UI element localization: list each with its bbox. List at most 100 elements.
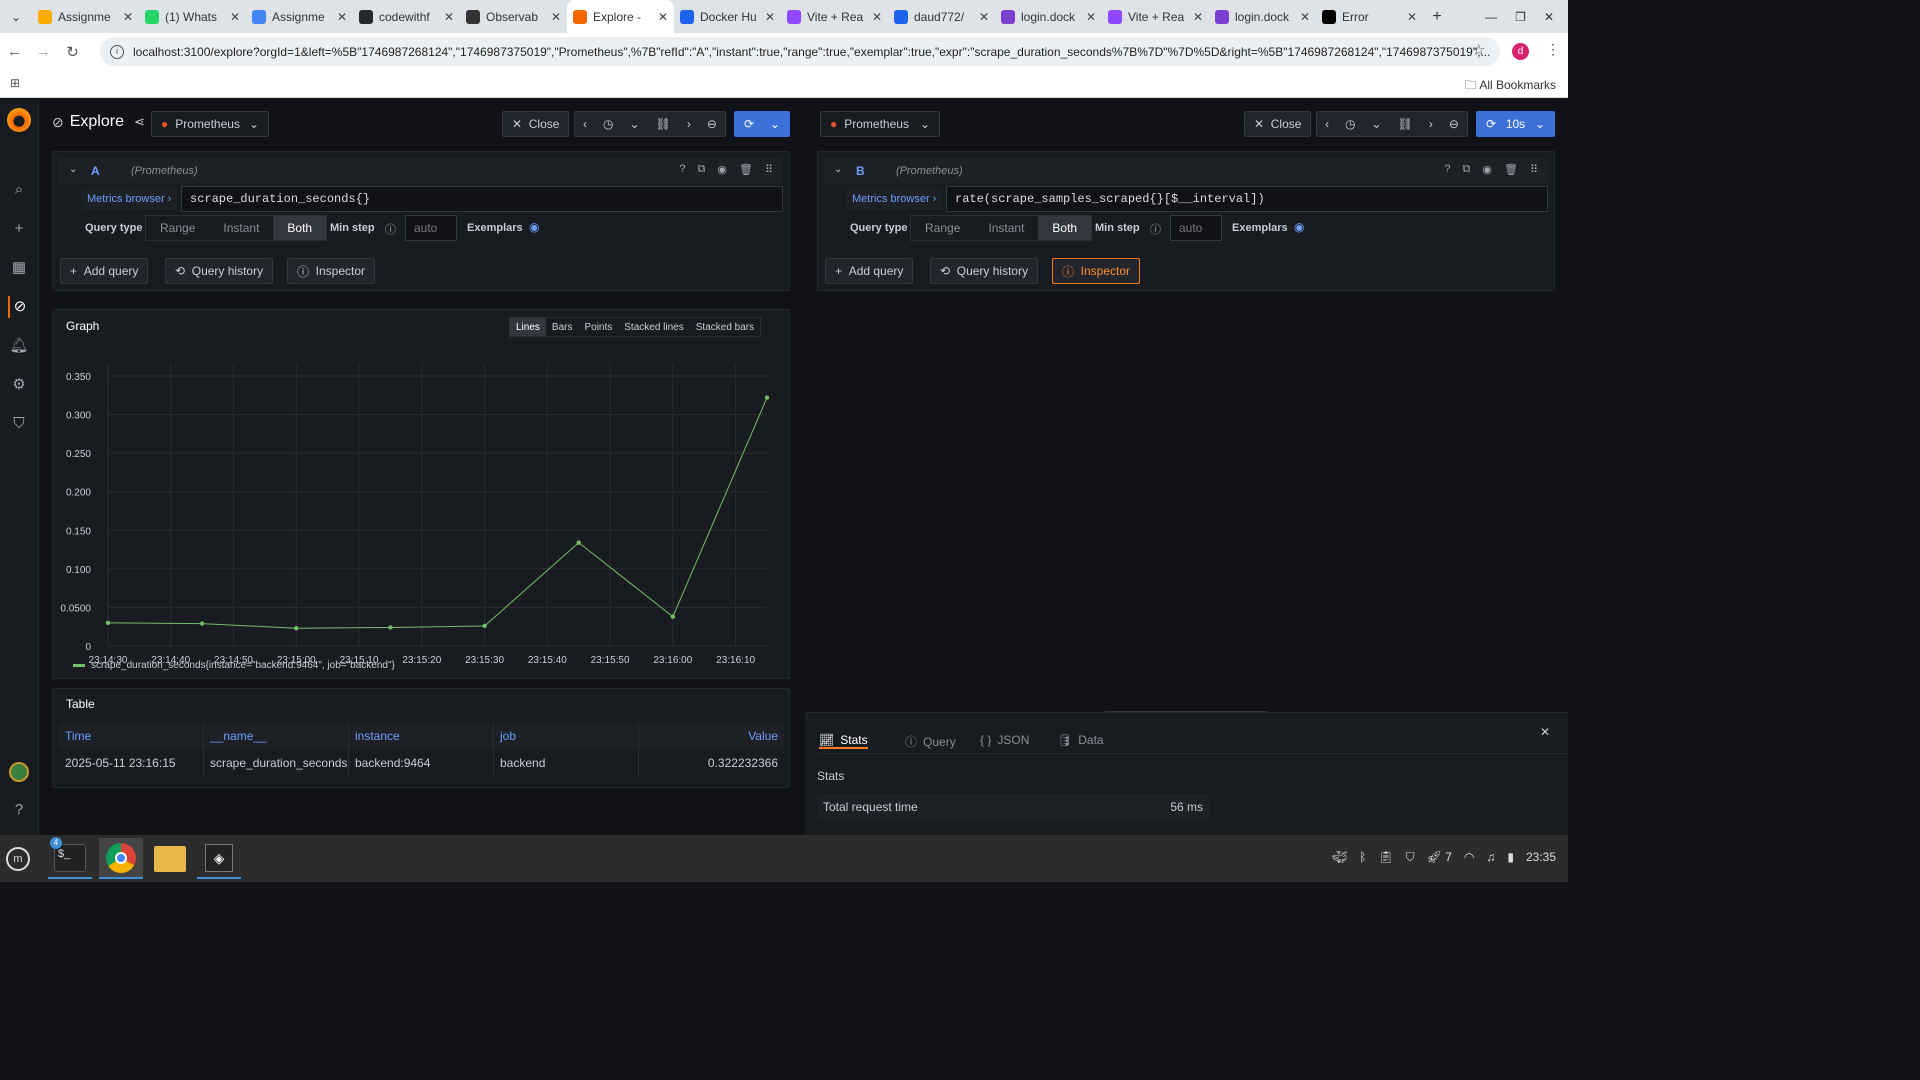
left-query-editor[interactable]: scrape_duration_seconds{} [181,186,783,212]
terminal-app[interactable]: $_ 4 [48,837,92,879]
close-tab-icon[interactable]: ✕ [658,10,668,24]
search-icon[interactable]: ⌕ [8,179,30,201]
chrome-app[interactable] [99,838,143,879]
new-tab-button[interactable]: + [1423,8,1451,26]
mint-menu-icon[interactable]: m [6,847,30,871]
app-launcher[interactable]: ◈ [197,838,241,879]
settings-gear-icon[interactable]: ⚙ [8,374,30,396]
query-type-range[interactable]: Range [911,216,974,240]
right-time-controls[interactable]: ‹ ◷ ⌄ ⛓ › ⊖ [1316,111,1468,137]
browser-tab[interactable]: (1) Whats ✕ [139,0,246,33]
close-window-icon[interactable]: ✕ [1544,10,1554,24]
sound-icon[interactable]: ♫ [1486,850,1495,865]
right-close-button[interactable]: ✕ Close [1244,111,1312,137]
notifications-icon[interactable]: 🚀︎ 7 [1427,850,1452,865]
query-type-both[interactable]: Both [1038,216,1092,240]
exemplars-eye-icon[interactable]: ◉ [1294,220,1304,234]
browser-tab[interactable]: daud772/ ✕ [888,0,995,33]
close-drawer-icon[interactable]: ✕ [1540,725,1550,739]
graph-mode-points[interactable]: Points [578,318,618,336]
forward-icon[interactable]: → [29,43,58,60]
inspector-tab-query[interactable]: ⓘ Query [905,733,956,750]
site-info-icon[interactable]: i [110,44,124,59]
bluetooth-icon[interactable]: ᛒ [1359,850,1366,865]
close-tab-icon[interactable]: ✕ [1407,10,1417,24]
browser-tab[interactable]: Observab ✕ [460,0,567,33]
files-app[interactable] [148,838,192,879]
alerting-bell-icon[interactable]: 🔔︎ [8,335,30,357]
graph-legend[interactable]: scrape_duration_seconds{instance="backen… [73,660,395,671]
close-tab-icon[interactable]: ✕ [123,10,133,24]
chevron-down-icon[interactable]: ⌄ [1372,117,1382,131]
eye-icon[interactable]: ◉ [717,163,727,176]
query-ref[interactable]: A [91,164,100,178]
zoom-out-icon[interactable]: ⊖ [707,117,717,131]
battery-icon[interactable]: ▮ [1507,850,1514,865]
grafana-logo[interactable] [7,108,31,132]
browser-tab[interactable]: Assignme ✕ [246,0,353,33]
browser-tab[interactable]: codewithf ✕ [353,0,460,33]
left-run-query-button[interactable]: ⟳ ⌄ [734,111,790,137]
graph-mode-stacked-lines[interactable]: Stacked lines [618,318,689,336]
query-type-instant[interactable]: Instant [209,216,273,240]
explore-compass-icon[interactable]: ⊘ [8,296,30,318]
close-tab-icon[interactable]: ✕ [337,10,347,24]
right-datasource-picker[interactable]: ● Prometheus ⌄ [820,111,940,137]
browser-tab[interactable]: Vite + Rea ✕ [781,0,888,33]
help-icon[interactable]: ? [8,799,30,821]
plus-icon[interactable]: + [8,218,30,240]
close-tab-icon[interactable]: ✕ [230,10,240,24]
shield-icon[interactable]: ⛉ [8,413,30,435]
browser-tab[interactable]: Docker Hu ✕ [674,0,781,33]
bookmark-star-icon[interactable]: ☆ [1472,41,1485,59]
browser-tab[interactable]: Vite + Rea ✕ [1102,0,1209,33]
back-icon[interactable]: ← [0,43,29,60]
time-back-icon[interactable]: ‹ [583,117,587,131]
restore-icon[interactable]: ❐ [1515,10,1526,24]
chevron-down-icon[interactable]: ⌄ [630,117,640,131]
trash-icon[interactable]: 🗑︎ [1504,163,1518,176]
metrics-browser-button[interactable]: Metrics browser › [81,188,178,210]
close-tab-icon[interactable]: ✕ [551,10,561,24]
clipboard-icon[interactable]: 📋︎ [1378,850,1393,865]
copy-icon[interactable]: ⧉ [698,163,706,176]
query-type-both[interactable]: Both [273,216,327,240]
right-refresh-button[interactable]: ⟳ 10s ⌄ [1476,111,1555,137]
url-bar[interactable]: i localhost:3100/explore?orgId=1&left=%5… [100,37,1500,66]
zoom-out-icon[interactable]: ⊖ [1449,117,1459,131]
menu-icon[interactable]: ⋮ [1546,41,1560,58]
collapse-icon[interactable]: ⌄ [834,164,842,175]
close-tab-icon[interactable]: ✕ [1086,10,1096,24]
table-header-3[interactable]: job [494,723,639,749]
info-icon[interactable]: ⓘ [385,221,396,237]
close-tab-icon[interactable]: ✕ [765,10,775,24]
share-icon[interactable]: ⋖ [134,114,145,130]
clock-icon[interactable]: ◷ [603,117,613,131]
time-forward-icon[interactable]: › [687,117,691,131]
all-bookmarks-button[interactable]: 🗀 All Bookmarks [1465,76,1556,97]
trash-icon[interactable]: 🗑︎ [739,163,753,176]
browser-tab[interactable]: Error ✕ [1316,0,1423,33]
minimize-icon[interactable]: — [1485,10,1497,24]
apps-grid-icon[interactable]: ⊞ [10,76,20,90]
copy-icon[interactable]: ⧉ [1463,163,1471,176]
graph-mode-bars[interactable]: Bars [546,318,579,336]
left-time-controls[interactable]: ‹ ◷ ⌄ ⛓ › ⊖ [574,111,726,137]
close-tab-icon[interactable]: ✕ [1300,10,1310,24]
close-tab-icon[interactable]: ✕ [979,10,989,24]
drag-handle-icon[interactable]: ⠿ [1530,163,1538,176]
browser-tab[interactable]: login.dock ✕ [1209,0,1316,33]
table-header-2[interactable]: instance [349,723,494,749]
link-icon[interactable]: ⛓ [656,117,671,131]
table-header-4[interactable]: Value [639,723,784,749]
table-header-0[interactable]: Time [59,723,204,749]
eye-icon[interactable]: ◉ [1482,163,1492,176]
browser-tab[interactable]: Explore - ✕ [567,0,674,33]
query-history-button[interactable]: ⟲ Query history [930,258,1039,284]
query-type-instant[interactable]: Instant [974,216,1038,240]
query-type-range[interactable]: Range [146,216,209,240]
inspector-button[interactable]: ⓘ Inspector [287,258,376,284]
clock-icon[interactable]: ◷ [1345,117,1355,131]
time-forward-icon[interactable]: › [1429,117,1433,131]
browser-tab[interactable]: Assignme ✕ [32,0,139,33]
